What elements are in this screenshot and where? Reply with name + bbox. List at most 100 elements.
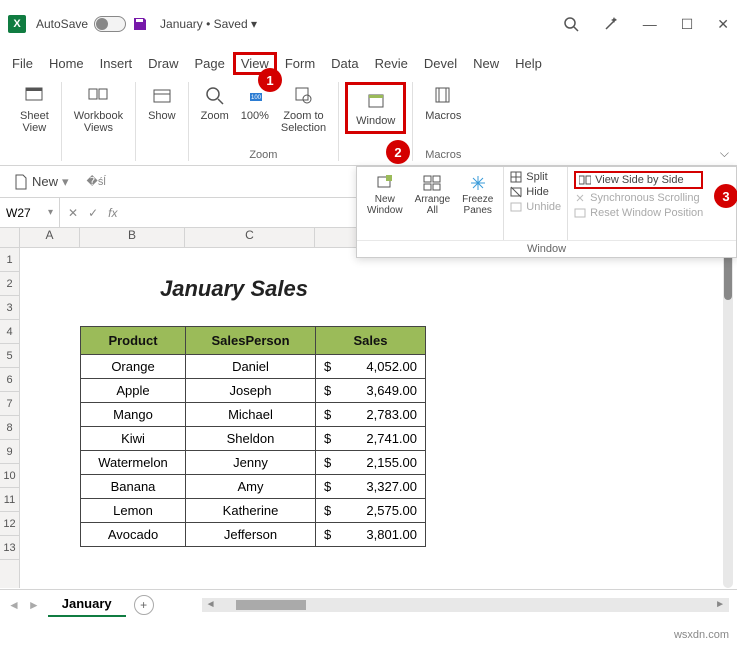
callout-1: 1 <box>258 68 282 92</box>
freeze-panes-button[interactable]: Freeze Panes <box>458 171 497 218</box>
workbook-views-button[interactable]: Workbook Views <box>68 82 129 136</box>
quickbar-overflow[interactable]: �śĺ <box>87 175 106 188</box>
table-header-row: Product SalesPerson Sales <box>81 327 426 355</box>
split-button[interactable]: Split <box>510 171 561 183</box>
row-header[interactable]: 9 <box>0 440 19 464</box>
document-icon <box>14 174 28 190</box>
reset-icon <box>574 207 586 219</box>
svg-text:100: 100 <box>251 95 262 101</box>
hide-icon <box>510 186 522 198</box>
menu-help[interactable]: Help <box>507 52 550 75</box>
search-icon[interactable] <box>563 16 579 32</box>
zoom-button[interactable]: Zoom <box>195 82 235 136</box>
vertical-scrollbar[interactable] <box>723 248 733 588</box>
menu-data[interactable]: Data <box>323 52 366 75</box>
callout-2: 2 <box>386 140 410 164</box>
titlebar: X AutoSave January • Saved ▾ — ☐ ✕ <box>0 0 737 48</box>
select-all-corner[interactable] <box>0 228 20 248</box>
macros-group-label: Macros <box>425 149 461 161</box>
ribbon-collapse-icon[interactable]: ⌵ <box>720 146 729 161</box>
row-header[interactable]: 11 <box>0 488 19 512</box>
row-header[interactable]: 13 <box>0 536 19 560</box>
new-window-button[interactable]: New Window <box>363 171 407 218</box>
excel-icon: X <box>8 15 26 33</box>
row-header[interactable]: 2 <box>0 272 19 296</box>
hide-button[interactable]: Hide <box>510 186 561 198</box>
macros-icon <box>431 84 455 108</box>
view-side-by-side-button[interactable]: View Side by Side <box>574 171 703 189</box>
unhide-icon <box>510 201 522 213</box>
name-box[interactable]: W27 ▾ <box>0 198 60 227</box>
menu-draw[interactable]: Draw <box>140 52 186 75</box>
menu-file[interactable]: File <box>4 52 41 75</box>
close-button[interactable]: ✕ <box>717 16 729 33</box>
table-row: AvocadoJefferson$3,801.00 <box>81 523 426 547</box>
row-header[interactable]: 10 <box>0 464 19 488</box>
maximize-button[interactable]: ☐ <box>681 16 694 33</box>
save-icon[interactable] <box>132 16 148 32</box>
new-file-button[interactable]: New ▾ <box>8 172 75 192</box>
reset-position-button: Reset Window Position <box>574 207 703 219</box>
callout-3: 3 <box>714 184 737 208</box>
wand-icon[interactable] <box>603 16 619 32</box>
table-row: AppleJoseph$3,649.00 <box>81 379 426 403</box>
fx-cancel-icon[interactable]: ✕ <box>68 206 78 220</box>
row-header[interactable]: 6 <box>0 368 19 392</box>
menu-new[interactable]: New <box>465 52 507 75</box>
watermark: wsxdn.com <box>674 629 729 641</box>
page-title: January Sales <box>160 276 308 302</box>
add-sheet-button[interactable]: + <box>134 595 154 615</box>
row-header[interactable]: 12 <box>0 512 19 536</box>
row-header[interactable]: 8 <box>0 416 19 440</box>
tab-nav-prev[interactable]: ◄ <box>8 598 20 612</box>
menu-form[interactable]: Form <box>277 52 323 75</box>
workbook-views-icon <box>86 84 110 108</box>
fx-check-icon[interactable]: ✓ <box>88 206 98 220</box>
fx-label[interactable]: fx <box>108 206 117 220</box>
document-title[interactable]: January • Saved ▾ <box>160 17 257 31</box>
menu-page[interactable]: Page <box>187 52 233 75</box>
sheet-view-icon <box>22 84 46 108</box>
freeze-icon <box>468 173 488 193</box>
row-header[interactable]: 4 <box>0 320 19 344</box>
row-header[interactable]: 3 <box>0 296 19 320</box>
row-header[interactable]: 5 <box>0 344 19 368</box>
col-header[interactable]: B <box>80 228 185 247</box>
menu-review[interactable]: Revie <box>367 52 416 75</box>
col-header[interactable]: C <box>185 228 315 247</box>
show-icon <box>150 84 174 108</box>
unhide-button: Unhide <box>510 201 561 213</box>
ribbon: Sheet View Workbook Views Show Zoom 100 … <box>0 78 737 166</box>
show-button[interactable]: Show <box>142 82 182 124</box>
window-icon <box>364 89 388 113</box>
col-header[interactable]: A <box>20 228 80 247</box>
table-row: KiwiSheldon$2,741.00 <box>81 427 426 451</box>
window-button[interactable]: Window <box>345 82 406 134</box>
autosave-toggle[interactable] <box>94 16 126 32</box>
grid-cells[interactable]: January Sales Product SalesPerson Sales … <box>20 248 737 588</box>
split-icon <box>510 171 522 183</box>
menu-insert[interactable]: Insert <box>92 52 141 75</box>
th-salesperson: SalesPerson <box>186 327 316 355</box>
sheet-view-button[interactable]: Sheet View <box>14 82 55 136</box>
menu-home[interactable]: Home <box>41 52 92 75</box>
tab-january[interactable]: January <box>48 592 126 617</box>
sync-icon <box>574 192 586 204</box>
worksheet: A B C D 1 2 3 4 5 6 7 8 9 10 11 12 13 <box>0 228 737 588</box>
popup-group-label: Window <box>357 240 736 257</box>
table-row: WatermelonJenny$2,155.00 <box>81 451 426 475</box>
window-dropdown: New Window Arrange All Freeze Panes Spli… <box>356 166 737 258</box>
zoom-selection-button[interactable]: Zoom to Selection <box>275 82 332 136</box>
table-row: LemonKatherine$2,575.00 <box>81 499 426 523</box>
row-header[interactable]: 7 <box>0 392 19 416</box>
th-product: Product <box>81 327 186 355</box>
table-row: BananaAmy$3,327.00 <box>81 475 426 499</box>
horizontal-scrollbar[interactable]: ◄ ► <box>202 598 729 612</box>
menu-devel[interactable]: Devel <box>416 52 465 75</box>
macros-button[interactable]: Macros <box>419 82 467 124</box>
table-row: MangoMichael$2,783.00 <box>81 403 426 427</box>
minimize-button[interactable]: — <box>643 16 657 32</box>
tab-nav-next[interactable]: ► <box>28 598 40 612</box>
arrange-all-button[interactable]: Arrange All <box>411 171 455 218</box>
row-header[interactable]: 1 <box>0 248 19 272</box>
